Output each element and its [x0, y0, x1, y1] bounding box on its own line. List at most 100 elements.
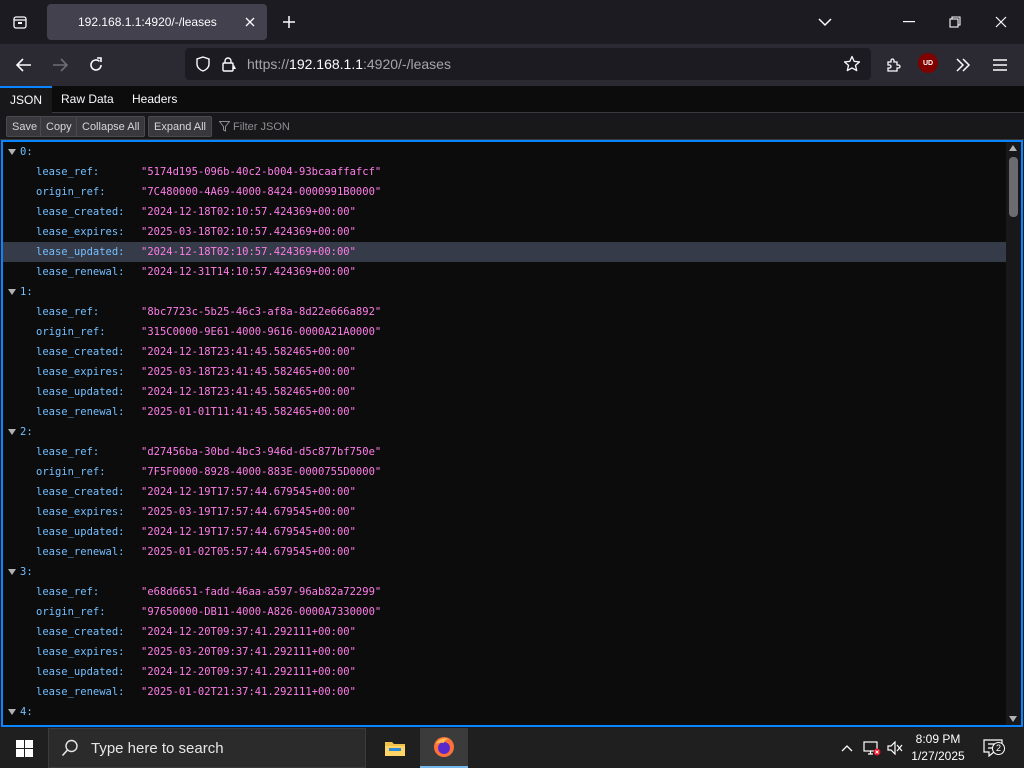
restore-button[interactable]	[944, 12, 966, 32]
json-array-item-row[interactable]: 2:	[3, 422, 1007, 442]
json-field-row[interactable]: lease_updated: "2024-12-18T02:10:57.42436…	[3, 242, 1007, 262]
expand-toggle-icon[interactable]	[8, 429, 16, 435]
json-field-row[interactable]: origin_ref: "315C0000-9E61-4000-9616-0000…	[3, 322, 1007, 342]
url-host: 192.168.1.1	[289, 56, 363, 72]
more-tools-button[interactable]	[950, 52, 976, 78]
json-key: lease_expires:	[36, 506, 125, 518]
url-bar[interactable]: https://192.168.1.1:4920/-/leases	[185, 48, 871, 80]
browser-tab[interactable]: 192.168.1.1:4920/-/leases	[47, 4, 267, 40]
network-tray-button[interactable]	[861, 728, 883, 768]
plus-icon	[283, 16, 295, 28]
file-explorer-button[interactable]	[371, 728, 419, 768]
json-field-row[interactable]: lease_updated: "2024-12-19T17:57:44.67954…	[3, 522, 1007, 542]
volume-muted-icon	[887, 741, 903, 755]
json-field-row[interactable]: lease_expires: "2025-03-19T17:57:44.67954…	[3, 502, 1007, 522]
scroll-up-arrow-icon[interactable]	[1009, 145, 1017, 151]
expand-toggle-icon[interactable]	[8, 289, 16, 295]
scrollbar-thumb[interactable]	[1009, 157, 1018, 217]
json-index: 4:	[20, 706, 33, 718]
json-field-row[interactable]: lease_created: "2024-12-19T17:57:44.67954…	[3, 482, 1007, 502]
json-key: lease_ref:	[36, 446, 100, 458]
close-icon	[245, 17, 255, 27]
app-menu-button[interactable]	[987, 52, 1013, 78]
json-field-row[interactable]: lease_expires: "2025-03-18T02:10:57.42436…	[3, 222, 1007, 242]
json-value: "97650000-DB11-4000-A826-0000A7330000"	[141, 606, 382, 618]
json-array-item-row[interactable]: 0:	[3, 142, 1007, 162]
json-array-item-row[interactable]: 1:	[3, 282, 1007, 302]
taskbar-search-box[interactable]: Type here to search	[48, 728, 366, 768]
tab-headers[interactable]: Headers	[122, 86, 187, 113]
collapse-all-button[interactable]: Collapse All	[76, 116, 146, 137]
expand-toggle-icon[interactable]	[8, 569, 16, 575]
json-field-row[interactable]: lease_renewal: "2024-12-31T14:10:57.42436…	[3, 262, 1007, 282]
json-field-row[interactable]: lease_ref: "5174d195-096b-40c2-b004-93bca…	[3, 162, 1007, 182]
json-field-row[interactable]: lease_renewal: "2025-01-02T21:37:41.29211…	[3, 682, 1007, 702]
notification-count-badge: 2	[992, 742, 1005, 755]
url-text: https://192.168.1.1:4920/-/leases	[247, 56, 451, 72]
tab-raw-data[interactable]: Raw Data	[51, 86, 124, 113]
json-field-row[interactable]: lease_updated: "2024-12-18T23:41:45.58246…	[3, 382, 1007, 402]
json-value: "2024-12-18T02:10:57.424369+00:00"	[141, 246, 356, 258]
json-key: lease_ref:	[36, 586, 100, 598]
list-all-tabs-button[interactable]	[814, 12, 836, 32]
tab-close-button[interactable]	[241, 13, 259, 31]
json-key: lease_updated:	[36, 526, 125, 538]
copy-button[interactable]: Copy	[40, 116, 78, 137]
firefox-taskbar-button[interactable]	[420, 728, 468, 768]
back-button[interactable]	[11, 52, 37, 78]
json-field-row[interactable]: lease_ref: "d27456ba-30bd-4bc3-946d-d5c87…	[3, 442, 1007, 462]
new-tab-button[interactable]	[278, 11, 300, 33]
minimize-button[interactable]	[898, 12, 920, 32]
tracking-protection-button[interactable]	[193, 54, 213, 74]
site-info-button[interactable]	[219, 54, 239, 74]
save-button[interactable]: Save	[6, 116, 44, 137]
json-value: "2024-12-20T09:37:41.292111+00:00"	[141, 666, 356, 678]
json-field-row[interactable]: lease_expires: "2025-03-18T23:41:45.58246…	[3, 362, 1007, 382]
firefox-view-button[interactable]	[6, 8, 34, 36]
puzzle-icon	[887, 58, 901, 72]
json-field-row[interactable]: lease_created: "2024-12-18T23:41:45.58246…	[3, 342, 1007, 362]
json-value: "d27456ba-30bd-4bc3-946d-d5c877bf750e"	[141, 446, 382, 458]
window-close-button[interactable]	[990, 12, 1012, 32]
json-field-row[interactable]: lease_expires: "2025-03-20T09:37:41.29211…	[3, 642, 1007, 662]
ublock-origin-extension-button[interactable]: UD	[918, 53, 938, 73]
json-value: "7F5F0000-8928-4000-883E-0000755D0000"	[141, 466, 382, 478]
json-field-row[interactable]: origin_ref: "7C480000-4A69-4000-8424-0000…	[3, 182, 1007, 202]
bookmark-button[interactable]	[841, 54, 863, 74]
json-field-row[interactable]: lease_ref: "e68d6651-fadd-46aa-a597-96ab8…	[3, 582, 1007, 602]
json-value: "315C0000-9E61-4000-9616-0000A21A0000"	[141, 326, 382, 338]
reload-icon	[90, 57, 102, 71]
tab-title: 192.168.1.1:4920/-/leases	[78, 15, 217, 29]
json-value: "2024-12-31T14:10:57.424369+00:00"	[141, 266, 356, 278]
json-tree-panel[interactable]: 0: lease_ref: "5174d195-096b-40c2-b004-93b…	[1, 140, 1023, 727]
expand-toggle-icon[interactable]	[8, 149, 16, 155]
vertical-scrollbar[interactable]	[1006, 142, 1021, 725]
json-field-row[interactable]: lease_updated: "2024-12-20T09:37:41.29211…	[3, 662, 1007, 682]
taskbar-clock[interactable]: 8:09 PM 1/27/2025	[906, 731, 970, 765]
json-field-row[interactable]: lease_renewal: "2025-01-01T11:41:45.58246…	[3, 402, 1007, 422]
tab-json[interactable]: JSON	[0, 86, 53, 113]
json-field-row[interactable]: lease_renewal: "2025-01-02T05:57:44.67954…	[3, 542, 1007, 562]
forward-button[interactable]	[47, 52, 73, 78]
show-hidden-icons-button[interactable]	[838, 728, 856, 768]
json-array-item-row[interactable]: 4:	[3, 702, 1007, 722]
start-button[interactable]	[0, 728, 48, 768]
reload-button[interactable]	[83, 52, 109, 78]
expand-all-button[interactable]: Expand All	[148, 116, 212, 137]
scroll-down-arrow-icon[interactable]	[1009, 716, 1017, 722]
json-tree: 0: lease_ref: "5174d195-096b-40c2-b004-93b…	[3, 142, 1007, 722]
expand-toggle-icon[interactable]	[8, 709, 16, 715]
extensions-button[interactable]	[880, 52, 906, 78]
json-key: lease_renewal:	[36, 546, 125, 558]
double-chevron-right-icon	[956, 58, 971, 72]
volume-tray-button[interactable]	[885, 728, 905, 768]
json-field-row[interactable]: lease_ref: "8bc7723c-5b25-46c3-af8a-8d22e…	[3, 302, 1007, 322]
json-array-item-row[interactable]: 3:	[3, 562, 1007, 582]
json-value: "2025-03-20T09:37:41.292111+00:00"	[141, 646, 356, 658]
json-field-row[interactable]: lease_created: "2024-12-20T09:37:41.29211…	[3, 622, 1007, 642]
json-field-row[interactable]: origin_ref: "97650000-DB11-4000-A826-0000…	[3, 602, 1007, 622]
json-field-row[interactable]: origin_ref: "7F5F0000-8928-4000-883E-0000…	[3, 462, 1007, 482]
json-field-row[interactable]: lease_created: "2024-12-18T02:10:57.42436…	[3, 202, 1007, 222]
filter-json-input[interactable]: Filter JSON	[219, 116, 290, 137]
json-value: "2025-01-01T11:41:45.582465+00:00"	[141, 406, 356, 418]
